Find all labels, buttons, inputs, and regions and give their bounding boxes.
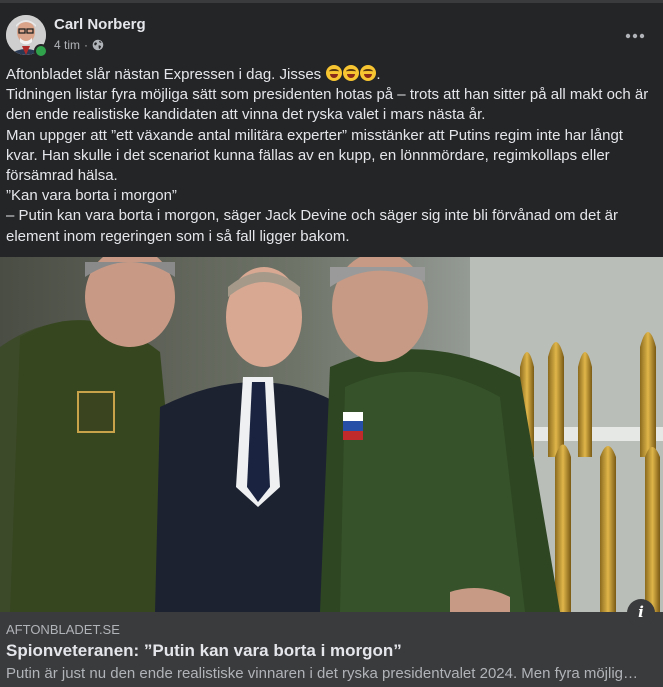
laughing-emoji-icon	[343, 65, 360, 81]
post-header: Carl Norberg 4 tim ·	[0, 3, 663, 63]
link-preview-meta[interactable]: AFTONBLADET.SE Spionveteranen: ”Putin ka…	[0, 612, 663, 687]
post-text-line: Tidningen listar fyra möjliga sätt som p…	[6, 86, 649, 124]
globe-icon[interactable]	[92, 39, 104, 51]
post-body-text: Aftonbladet slår nästan Expressen i dag.…	[6, 65, 656, 247]
post-meta: 4 tim ·	[54, 38, 104, 52]
laughing-emoji-icon	[326, 65, 343, 81]
post-text-intro: Aftonbladet slår nästan Expressen i dag.…	[6, 66, 322, 83]
online-status-dot	[34, 44, 48, 58]
link-title[interactable]: Spionveteranen: ”Putin kan vara borta i …	[6, 641, 402, 661]
post-text-line: Man uppger att ”ett växande antal militä…	[6, 126, 623, 185]
post-text-punct: .	[376, 66, 381, 83]
laughing-emoji-icon	[360, 65, 377, 81]
post-time[interactable]: 4 tim	[54, 38, 80, 52]
author-name[interactable]: Carl Norberg	[54, 16, 146, 33]
link-description: Putin är just nu den ende realistiske vi…	[6, 665, 638, 682]
more-horizontal-icon[interactable]	[625, 28, 645, 39]
feed-post: Carl Norberg 4 tim · Aftonbladet slår nä	[0, 0, 663, 687]
post-text-line: ”Kan vara borta i morgon”	[6, 187, 177, 205]
meta-separator: ·	[84, 38, 89, 52]
post-text-line: – Putin kan vara borta i morgon, säger J…	[6, 207, 618, 245]
article-photo[interactable]	[0, 257, 663, 612]
link-domain: AFTONBLADET.SE	[6, 622, 120, 637]
post-text-line: Aftonbladet slår nästan Expressen i dag.…	[6, 65, 656, 85]
link-preview-card[interactable]: i AFTONBLADET.SE Spionveteranen: ”Putin …	[0, 257, 663, 687]
info-icon[interactable]: i	[627, 599, 655, 627]
